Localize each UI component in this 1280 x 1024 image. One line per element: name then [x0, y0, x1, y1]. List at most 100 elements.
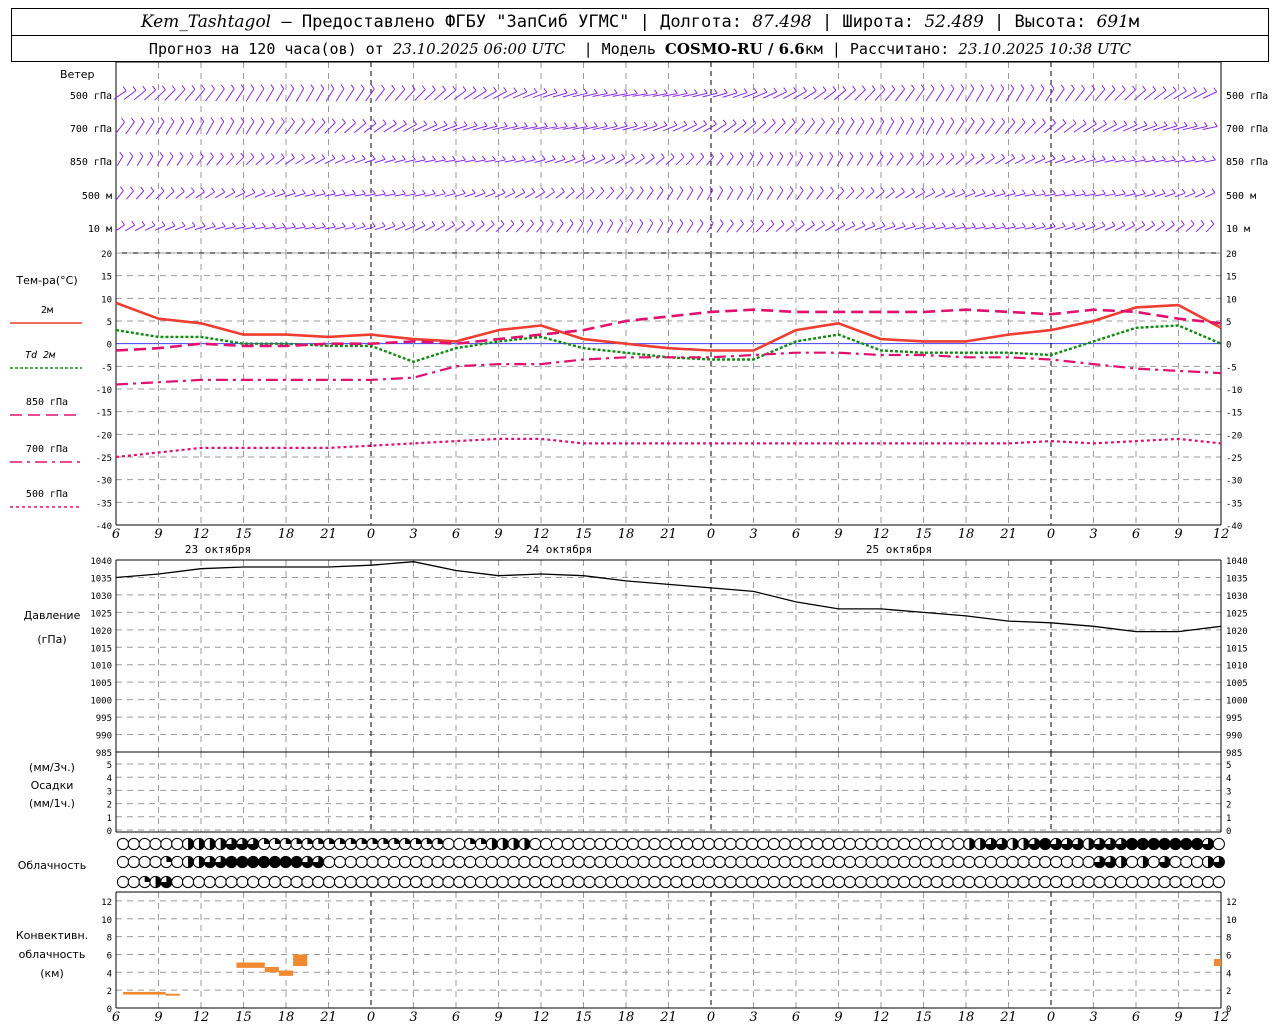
wind-barb-feather — [771, 118, 776, 124]
wind-barb-feather — [593, 89, 598, 94]
y-tick-label: 0 — [107, 827, 112, 837]
wind-barb — [174, 89, 186, 101]
x-tick-label-bottom: 12 — [533, 1010, 550, 1024]
wind-barb — [916, 156, 924, 166]
wind-barb-feather — [1061, 154, 1066, 160]
wind-barb — [965, 157, 975, 165]
cloud-circle — [1191, 855, 1204, 869]
wind-barb-feather — [351, 154, 356, 160]
y-tick-label: 995 — [96, 714, 112, 724]
wind-barb-feather — [441, 220, 446, 226]
wind-barb-feather — [739, 152, 744, 157]
wind-barb — [1024, 158, 1036, 164]
cloud-circle — [843, 837, 857, 851]
cloud-fill — [285, 838, 292, 844]
wind-barb-feather — [250, 84, 255, 89]
wind-barb — [594, 158, 606, 164]
y-tick-label: -35 — [96, 499, 112, 509]
wind-barb-feather — [703, 120, 707, 125]
cloud-circle — [941, 855, 954, 869]
wind-barb — [755, 223, 765, 233]
wind-barb — [215, 88, 225, 102]
wind-barb — [585, 190, 595, 200]
wind-barb — [244, 226, 256, 230]
cloud-fill — [247, 856, 259, 868]
wind-barb — [156, 156, 164, 166]
wind-barb-feather — [659, 186, 664, 191]
wind-barb-feather — [910, 152, 914, 158]
wind-barb-feather — [1060, 84, 1065, 90]
cloud-circle — [1071, 855, 1084, 869]
wind-barb-feather — [871, 221, 876, 227]
wind-barb-feather — [1000, 84, 1005, 89]
wind-barb-feather — [270, 117, 275, 123]
cloud-circle — [1039, 875, 1052, 889]
wind-level-label: 500 м — [82, 191, 112, 202]
wind-barb-feather — [1161, 220, 1165, 226]
wind-barb — [1104, 159, 1116, 163]
wind-barb — [726, 156, 734, 166]
wind-barb-feather — [1040, 84, 1045, 89]
x-tick-label: 0 — [367, 527, 375, 542]
wind-barb — [1145, 224, 1155, 232]
wind-barb — [835, 121, 845, 135]
wind-barb — [165, 190, 175, 200]
wind-barb-feather — [290, 84, 295, 89]
wind-barb — [754, 122, 766, 134]
wind-barb-feather — [340, 84, 345, 89]
wind-barb — [1054, 158, 1066, 164]
wind-barb-feather — [631, 153, 636, 159]
wind-barb-feather — [722, 119, 727, 125]
cloud-circle — [1082, 875, 1095, 889]
wind-barb — [116, 155, 124, 167]
cloud-circle — [757, 837, 770, 851]
wind-barb — [975, 121, 985, 135]
cloud-circle — [344, 875, 357, 889]
wind-barb-feather — [713, 119, 717, 125]
x-tick-label-bottom: 6 — [452, 1010, 460, 1024]
wind-barb-feather — [230, 117, 235, 122]
wind-barb-feather — [1101, 85, 1106, 90]
wind-barb — [1004, 226, 1016, 230]
wind-barb-feather — [549, 219, 554, 224]
wind-barb-feather — [991, 153, 995, 159]
wind-barb — [815, 121, 825, 135]
wind-barb — [135, 190, 145, 200]
wind-barb — [845, 121, 855, 135]
wind-barb — [434, 89, 446, 101]
wind-barb — [1184, 192, 1196, 198]
cloud-circle — [1017, 855, 1030, 869]
cloud-circle — [713, 855, 726, 869]
wind-barb — [205, 191, 215, 199]
wind-barb-feather — [1081, 155, 1086, 160]
cloud-circle — [1082, 855, 1095, 869]
wind-barb — [556, 223, 564, 233]
cloud-circle — [648, 875, 661, 889]
wind-barb-feather — [680, 152, 685, 158]
x-tick-label-bottom: 9 — [154, 1010, 162, 1024]
wind-barb — [1135, 224, 1145, 232]
wind-barb — [1044, 122, 1056, 134]
wind-barb — [1014, 193, 1026, 197]
cloud-circle — [442, 855, 455, 869]
wind-barb-feather — [1142, 85, 1147, 91]
y-tick-label-right: 1010 — [1226, 662, 1248, 672]
y-tick-label: -5 — [101, 363, 112, 373]
x-tick-label: 18 — [618, 527, 635, 542]
wind-barb-feather — [541, 187, 546, 193]
wind-barb-feather — [261, 188, 266, 194]
y-tick-label: 2 — [107, 801, 112, 811]
wind-barb — [384, 159, 396, 163]
wind-barb-feather — [201, 222, 206, 227]
wind-barb-feather — [491, 188, 496, 194]
wind-barb-feather — [970, 117, 975, 123]
wind-barb-feather — [1082, 119, 1087, 125]
wind-barb-feather — [563, 122, 568, 127]
wind-barb-feather — [611, 154, 616, 159]
cloud-circle — [1028, 875, 1041, 889]
wind-barb-feather — [930, 84, 935, 90]
wind-barb-feather — [250, 117, 255, 122]
cloud-circle — [399, 875, 412, 889]
cloud-circle — [171, 875, 184, 889]
wind-barb — [324, 122, 336, 134]
